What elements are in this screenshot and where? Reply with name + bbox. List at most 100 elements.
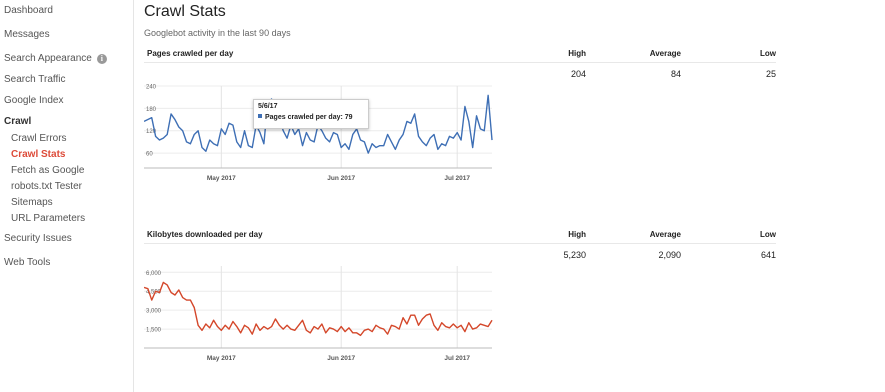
data-point xyxy=(236,325,238,327)
pages-high-header: High xyxy=(568,49,586,58)
sidebar-section-crawl[interactable]: Crawl xyxy=(4,116,31,127)
y-tick-label: 180 xyxy=(146,107,157,113)
data-point xyxy=(174,118,176,120)
data-point xyxy=(413,314,415,316)
series-line xyxy=(143,281,493,337)
kb-low-header: Low xyxy=(760,230,776,239)
sidebar-item-robots-txt-tester[interactable]: robots.txt Tester xyxy=(11,181,82,192)
data-point xyxy=(193,133,195,135)
sidebar-item-security-issues[interactable]: Security Issues xyxy=(4,233,72,244)
data-point xyxy=(437,329,439,331)
sidebar-item-dashboard[interactable]: Dashboard xyxy=(4,5,53,16)
data-point xyxy=(491,139,493,141)
x-tick-label: Jun 2017 xyxy=(327,355,355,362)
data-point xyxy=(410,314,412,316)
kb-downloaded-chart[interactable]: 6,000 4,500 3,000 1,500 May 2017 Jun 2017 Jul … xyxy=(143,264,494,369)
main-content: Crawl Stats Googlebot activity in the la… xyxy=(134,0,885,392)
data-point xyxy=(301,144,303,146)
data-point xyxy=(417,324,419,326)
chart-tooltip: 5/6/17 Pages crawled per day: 79 xyxy=(253,99,369,129)
data-point xyxy=(147,118,149,120)
data-point xyxy=(398,328,400,330)
kb-average-value: 2,090 xyxy=(658,250,681,260)
sidebar-item-crawl-stats[interactable]: Crawl Stats xyxy=(11,149,65,160)
data-point xyxy=(348,327,350,329)
data-point xyxy=(174,294,176,296)
sidebar-item-web-tools[interactable]: Web Tools xyxy=(4,257,50,268)
kb-downloaded-title: Kilobytes downloaded per day xyxy=(147,230,263,239)
data-point xyxy=(390,141,392,143)
data-point xyxy=(224,324,226,326)
data-point xyxy=(247,327,249,329)
data-point xyxy=(444,144,446,146)
data-point xyxy=(468,322,470,324)
info-icon[interactable]: i xyxy=(96,54,107,64)
y-tick-label: 60 xyxy=(146,152,153,158)
data-point xyxy=(178,289,180,291)
data-point xyxy=(460,139,462,141)
data-point xyxy=(359,139,361,141)
data-point xyxy=(189,143,191,145)
data-point xyxy=(274,318,276,320)
data-point xyxy=(305,329,307,331)
data-point xyxy=(421,318,423,320)
data-point xyxy=(205,150,207,152)
pages-divider xyxy=(144,62,776,63)
data-point xyxy=(212,319,214,321)
sidebar-item-search-appearance[interactable]: Search Appearance i xyxy=(4,53,107,64)
data-point xyxy=(475,115,477,117)
data-point xyxy=(429,137,431,139)
kb-divider xyxy=(144,243,776,244)
data-point xyxy=(410,122,412,124)
data-point xyxy=(166,133,168,135)
data-point xyxy=(201,329,203,331)
data-point xyxy=(297,324,299,326)
sidebar-item-sitemaps[interactable]: Sitemaps xyxy=(11,197,53,208)
data-point xyxy=(386,133,388,135)
data-point xyxy=(471,146,473,148)
pages-average-value: 84 xyxy=(670,69,681,79)
data-point xyxy=(367,328,369,330)
x-tick-label: Jul 2017 xyxy=(444,355,470,362)
tooltip-label: Pages crawled per day: xyxy=(265,114,343,121)
data-point xyxy=(178,126,180,128)
sidebar-item-google-index[interactable]: Google Index xyxy=(4,95,64,106)
pages-high-value: 204 xyxy=(570,69,586,79)
data-point xyxy=(170,291,172,293)
tooltip-series-swatch xyxy=(258,114,262,118)
data-point xyxy=(355,332,357,334)
data-point xyxy=(294,133,296,135)
data-point xyxy=(413,113,415,115)
data-point xyxy=(162,281,164,283)
data-point xyxy=(487,325,489,327)
data-point xyxy=(197,324,199,326)
data-point xyxy=(348,148,350,150)
tooltip-row: Pages crawled per day: 79 xyxy=(258,114,353,121)
sidebar-item-crawl-errors[interactable]: Crawl Errors xyxy=(11,133,67,144)
data-point xyxy=(352,332,354,334)
data-point xyxy=(394,325,396,327)
data-point xyxy=(278,324,280,326)
data-point xyxy=(189,299,191,301)
data-point xyxy=(487,94,489,96)
data-point xyxy=(294,329,296,331)
data-point xyxy=(197,130,199,132)
data-point xyxy=(201,146,203,148)
sidebar-item-search-traffic[interactable]: Search Traffic xyxy=(4,74,66,85)
sidebar-item-fetch-as-google[interactable]: Fetch as Google xyxy=(11,165,84,176)
tooltip-value: 79 xyxy=(344,114,353,121)
data-point xyxy=(375,324,377,326)
sidebar-item-url-parameters[interactable]: URL Parameters xyxy=(11,213,85,224)
data-point xyxy=(340,146,342,148)
data-point xyxy=(448,135,450,137)
data-point xyxy=(243,130,245,132)
data-point xyxy=(448,327,450,329)
data-point xyxy=(216,144,218,146)
data-point xyxy=(286,137,288,139)
data-point xyxy=(371,143,373,145)
data-point xyxy=(309,139,311,141)
data-point xyxy=(181,130,183,132)
data-point xyxy=(452,323,454,325)
y-tick-label: 1,500 xyxy=(146,328,162,334)
sidebar-item-messages[interactable]: Messages xyxy=(4,29,50,40)
